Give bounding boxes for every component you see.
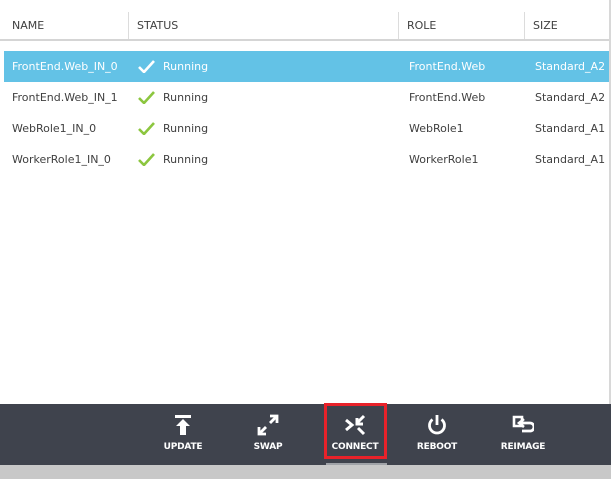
upload-arrow-icon [175,415,191,435]
reboot-label: REBOOT [416,442,458,452]
update-button[interactable]: UPDATE [160,404,206,465]
status-cell: Running [138,82,208,113]
check-icon [138,60,155,73]
status-cell: Running [138,144,208,175]
command-bar: UPDATE SWAP CONNECT REBOOT REIMAGE [0,404,611,465]
table-row[interactable]: WebRole1_IN_0 Running WebRole1 Standard_… [4,113,611,144]
bottom-scrollbar[interactable] [0,465,611,479]
reimage-button[interactable]: REIMAGE [498,404,548,465]
swap-button[interactable]: SWAP [245,404,291,465]
swap-arrows-icon [257,414,279,436]
status-text: Running [163,122,209,135]
remote-connect-icon [345,414,366,436]
instance-name: FrontEnd.Web_IN_0 [12,60,118,73]
role-value: WebRole1 [409,122,464,135]
reimage-label: REIMAGE [500,442,546,452]
size-value: Standard_A1 [535,122,606,135]
instance-name: WorkerRole1_IN_0 [12,153,111,166]
size-value: Standard_A2 [535,91,606,104]
reboot-button[interactable]: REBOOT [414,404,460,465]
role-value: WorkerRole1 [409,153,479,166]
column-header-status[interactable]: STATUS [128,12,398,39]
role-value: FrontEnd.Web [409,60,486,73]
update-label: UPDATE [163,442,203,452]
check-icon [138,122,155,135]
table-row[interactable]: WorkerRole1_IN_0 Running WorkerRole1 Sta… [4,144,611,175]
connect-button[interactable]: CONNECT [325,404,385,465]
instance-name: FrontEnd.Web_IN_1 [12,91,118,104]
status-cell: Running [138,51,208,82]
status-text: Running [163,153,209,166]
status-text: Running [163,60,209,73]
swap-label: SWAP [253,442,283,452]
status-text: Running [163,91,209,104]
column-header-role[interactable]: ROLE [398,12,524,39]
role-value: FrontEnd.Web [409,91,486,104]
table-row[interactable]: FrontEnd.Web_IN_1 Running FrontEnd.Web S… [4,82,611,113]
check-icon [138,91,155,104]
column-header-size[interactable]: SIZE [524,12,611,39]
size-value: Standard_A1 [535,153,606,166]
check-icon [138,153,155,166]
status-cell: Running [138,113,208,144]
table-row[interactable]: FrontEnd.Web_IN_0 Running FrontEnd.Web S… [4,51,611,82]
power-icon [428,415,446,435]
size-value: Standard_A2 [535,60,606,73]
instance-name: WebRole1_IN_0 [12,122,97,135]
connect-label: CONNECT [331,442,379,452]
instance-list: FrontEnd.Web_IN_0 Running FrontEnd.Web S… [4,51,611,175]
table-header: NAME STATUS ROLE SIZE [0,12,611,41]
reimage-icon [512,415,534,433]
column-header-name[interactable]: NAME [4,12,128,39]
